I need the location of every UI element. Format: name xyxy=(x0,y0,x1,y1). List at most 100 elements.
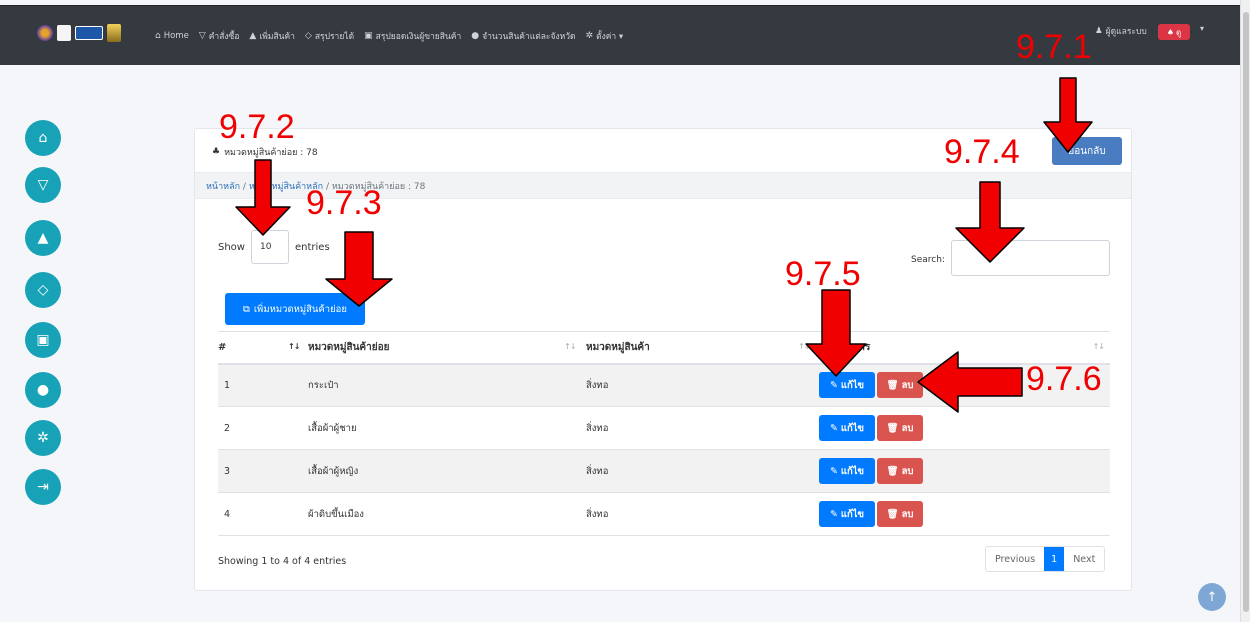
edit-button[interactable]: ✎ แก้ไข xyxy=(819,501,875,527)
nav-item-province[interactable]: ● จำนวนสินค้าแต่ละจังหวัด xyxy=(471,29,575,43)
gem-icon: ◇ xyxy=(37,282,49,298)
sidebar-revenue-button[interactable]: ◇ xyxy=(25,272,61,308)
column-header-number[interactable]: # ↑↓ xyxy=(218,331,308,365)
trash-icon: 🗑 xyxy=(886,508,899,520)
delete-button[interactable]: 🗑 ลบ xyxy=(877,501,923,527)
nav-item-orders[interactable]: ▽ คำสั่งซื้อ xyxy=(199,29,240,43)
breadcrumb-home-link[interactable]: หน้าหลัก xyxy=(206,182,240,192)
brand-logo[interactable] xyxy=(37,24,121,42)
pagination-page[interactable]: 1 xyxy=(1044,547,1065,571)
cart-icon: ▽ xyxy=(37,177,49,193)
cell-actions: ✎ แก้ไข 🗑 ลบ xyxy=(819,406,1110,450)
notification-button[interactable]: ♠ ดู xyxy=(1158,24,1190,40)
edit-icon: ✎ xyxy=(829,422,838,434)
page-scrollbar[interactable] xyxy=(1240,0,1250,622)
pagination: Previous 1 Next xyxy=(985,546,1106,572)
nav-item-settings[interactable]: ✲ ตั้งค่า ▾ xyxy=(586,29,624,43)
cell-subcategory: เสื้อผ้าผู้ชาย xyxy=(308,406,586,450)
annotation-label-9-7-3: 9.7.3 xyxy=(306,184,382,222)
show-label: Show xyxy=(218,241,245,253)
delete-button[interactable]: 🗑 ลบ xyxy=(877,415,923,441)
add-icon: ⧉ xyxy=(243,303,250,315)
annotation-label-9-7-1: 9.7.1 xyxy=(1016,28,1092,66)
bell-icon: ♠ xyxy=(1166,27,1174,37)
cell-subcategory: ผ้าดิบขึ้นเมือง xyxy=(308,492,586,536)
logo-mark-icon xyxy=(57,25,71,41)
table-info: Showing 1 to 4 of 4 entries xyxy=(218,556,347,567)
edit-icon: ✎ xyxy=(829,379,838,391)
nav-label: เพิ่มสินค้า xyxy=(259,32,295,42)
money-icon: ▣ xyxy=(36,332,50,348)
money-icon: ▣ xyxy=(364,31,373,41)
table-row: 3 เสื้อผ้าผู้หญิง สิ่งทอ ✎ แก้ไข 🗑 ลบ xyxy=(218,449,1110,493)
logo-emblem-icon xyxy=(37,25,53,41)
bag-icon: ▲ xyxy=(37,230,49,246)
sort-icon: ↑↓ xyxy=(1092,342,1105,351)
back-button[interactable]: ย้อนกลับ xyxy=(1052,137,1122,165)
cell-actions: ✎ แก้ไข 🗑 ลบ xyxy=(819,449,1110,493)
entries-label: entries xyxy=(294,241,330,253)
scrollbar-thumb[interactable] xyxy=(1243,12,1249,612)
sort-asc-icon: ↑↓ xyxy=(288,342,300,351)
search-label: Search: xyxy=(911,255,945,265)
pin-icon: ● xyxy=(36,382,50,398)
cell-subcategory: กระเป๋า xyxy=(308,363,586,407)
edit-button[interactable]: ✎ แก้ไข xyxy=(819,372,875,399)
annotation-label-9-7-2: 9.7.2 xyxy=(219,108,295,146)
cell-number: 2 xyxy=(218,406,308,450)
notification-label: ดู xyxy=(1175,27,1182,37)
pin-icon: ● xyxy=(471,31,480,41)
column-header-category[interactable]: หมวดหมู่สินค้า ↑↓ xyxy=(586,331,819,365)
home-icon: ⌂ xyxy=(155,31,161,41)
delete-button[interactable]: 🗑 ลบ xyxy=(877,458,923,484)
sidebar-money-button[interactable]: ▣ xyxy=(25,322,61,358)
nav-item-add-product[interactable]: ▲ เพิ่มสินค้า xyxy=(249,29,295,43)
trash-icon: 🗑 xyxy=(886,422,899,434)
column-header-manage[interactable]: จัดการ ↑↓ xyxy=(819,331,1110,365)
user-label: ผู้ดูแลระบบ xyxy=(1105,27,1147,37)
user-icon: ♟ xyxy=(1095,26,1103,36)
chevron-down-icon[interactable]: ▾ xyxy=(1200,24,1204,33)
edit-icon: ✎ xyxy=(829,508,838,520)
pagination-next[interactable]: Next xyxy=(1064,547,1104,571)
trash-icon: 🗑 xyxy=(886,465,899,477)
gear-icon: ✲ xyxy=(585,31,594,41)
sidebar-location-button[interactable]: ● xyxy=(25,372,61,408)
add-subcategory-button[interactable]: ⧉ เพิ่มหมวดหมู่สินค้าย่อย xyxy=(225,293,365,325)
page-title-text: หมวดหมู่สินค้าย่อย : 78 xyxy=(224,148,318,158)
cell-subcategory: เสื้อผ้าผู้หญิง xyxy=(308,449,586,493)
sidebar-products-button[interactable]: ▲ xyxy=(25,220,61,256)
edit-button[interactable]: ✎ แก้ไข xyxy=(819,415,875,441)
nav-item-seller-summary[interactable]: ▣ สรุปยอดเงินผู้ขายสินค้า xyxy=(364,29,461,43)
add-subcategory-label: เพิ่มหมวดหมู่สินค้าย่อย xyxy=(253,303,347,315)
column-header-subcategory[interactable]: หมวดหมู่สินค้าย่อย ↑↓ xyxy=(308,331,586,365)
pagination-previous[interactable]: Previous xyxy=(986,547,1044,571)
table-row: 1 กระเป๋า สิ่งทอ ✎ แก้ไข 🗑 ลบ xyxy=(218,363,1110,407)
edit-button[interactable]: ✎ แก้ไข xyxy=(819,458,875,484)
nav-label: คำสั่งซื้อ xyxy=(208,32,240,42)
page-length-select[interactable]: 10 xyxy=(250,230,289,264)
nav-label: Home xyxy=(163,31,189,41)
nav-item-home[interactable]: ⌂ Home xyxy=(155,31,189,41)
sidebar-orders-button[interactable]: ▽ xyxy=(25,167,61,203)
sidebar-settings-button[interactable]: ✲ xyxy=(25,420,61,456)
page-title: ♣ หมวดหมู่สินค้าย่อย : 78 xyxy=(212,145,318,159)
subcategory-table: # ↑↓ หมวดหมู่สินค้าย่อย ↑↓ หมวดหมู่สินค้า ↑… xyxy=(218,331,1110,536)
cell-category: สิ่งทอ xyxy=(586,449,819,493)
nav-item-revenue[interactable]: ◇ สรุปรายได้ xyxy=(305,29,354,43)
sidebar-logout-button[interactable]: ⇥ xyxy=(25,469,61,505)
cart-icon: ▽ xyxy=(198,31,206,41)
cell-number: 1 xyxy=(218,363,308,407)
table-header-row: # ↑↓ หมวดหมู่สินค้าย่อย ↑↓ หมวดหมู่สินค้า ↑… xyxy=(218,331,1110,365)
user-menu[interactable]: ♟ ผู้ดูแลระบบ xyxy=(1095,24,1147,38)
main-nav: ⌂ Home ▽ คำสั่งซื้อ ▲ เพิ่มสินค้า ◇ สรุปรายไ… xyxy=(155,6,623,66)
sidebar-home-button[interactable]: ⌂ xyxy=(25,120,61,156)
sort-icon: ↑↓ xyxy=(798,342,810,351)
logo-crest-icon xyxy=(107,24,121,42)
search-input[interactable] xyxy=(951,240,1110,276)
scroll-to-top-button[interactable]: ↑ xyxy=(1198,583,1226,611)
cell-number: 3 xyxy=(218,449,308,493)
edit-icon: ✎ xyxy=(829,465,838,477)
delete-button[interactable]: 🗑 ลบ xyxy=(877,372,923,399)
home-icon: ⌂ xyxy=(38,130,48,146)
